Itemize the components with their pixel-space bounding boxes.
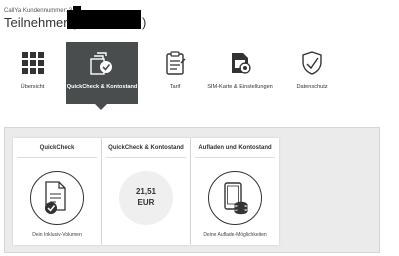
card-balance[interactable]: QuickCheck & Kontostand 21,51 EUR bbox=[102, 138, 190, 245]
balance-circle: 21,51 EUR bbox=[119, 171, 173, 225]
nav-item-quickcheck[interactable]: QuickCheck & Kontostand bbox=[66, 42, 138, 104]
balance-currency: EUR bbox=[137, 198, 155, 207]
card-quickcheck[interactable]: QuickCheck Dein Inklusiv-Volumen bbox=[13, 138, 101, 245]
main-navigation: Übersicht QuickCheck & Kontostand Tarif bbox=[0, 42, 399, 104]
quickcheck-document-icon bbox=[89, 50, 115, 76]
card-divider bbox=[106, 157, 186, 158]
page-title: Teilnehmer (0 ) bbox=[4, 10, 146, 33]
nav-item-label: QuickCheck & Kontostand bbox=[66, 84, 138, 90]
card-footer: Dein Inklusiv-Volumen bbox=[32, 232, 82, 238]
active-nav-pointer bbox=[95, 104, 107, 110]
card-title: QuickCheck & Kontostand bbox=[108, 145, 184, 151]
redaction-block bbox=[67, 10, 141, 29]
nav-item-label: Tarif bbox=[169, 84, 181, 90]
card-title: QuickCheck bbox=[39, 145, 75, 151]
card-footer: Deine Auflade-Möglichkeiten bbox=[203, 232, 267, 238]
phone-coins-icon bbox=[208, 171, 262, 225]
grid-icon bbox=[20, 50, 46, 76]
card-topup[interactable]: Aufladen und Kontostand Deine Auflade-Mö… bbox=[191, 138, 279, 245]
page-header: CallYa Kundennummer: 3 Teilnehmer (0 ) bbox=[0, 0, 399, 40]
balance-amount: 21,51 bbox=[135, 187, 157, 196]
nav-item-sim-settings[interactable]: SIM-Karte & Einstellungen bbox=[205, 42, 275, 104]
card-divider bbox=[17, 157, 97, 158]
nav-item-tariff[interactable]: Tarif bbox=[155, 42, 195, 104]
sim-card-gear-icon bbox=[227, 50, 253, 76]
account-number-label: CallYa Kundennummer: 3 bbox=[4, 8, 73, 14]
shield-check-icon bbox=[299, 50, 325, 76]
nav-item-label: Übersicht bbox=[20, 84, 45, 90]
nav-item-overview[interactable]: Übersicht bbox=[10, 42, 55, 104]
page-title-suffix: ) bbox=[142, 15, 147, 30]
card-divider bbox=[195, 157, 275, 158]
card-title: Aufladen und Kontostand bbox=[198, 145, 272, 151]
quickcheck-panel: QuickCheck Dein Inklusiv-Volumen QuickCh… bbox=[4, 127, 380, 253]
nav-item-privacy[interactable]: Datenschutz bbox=[288, 42, 336, 104]
tariff-clipboard-icon bbox=[162, 50, 188, 76]
nav-item-label: SIM-Karte & Einstellungen bbox=[207, 84, 273, 90]
document-check-icon bbox=[30, 171, 84, 225]
nav-item-label: Datenschutz bbox=[296, 84, 328, 90]
